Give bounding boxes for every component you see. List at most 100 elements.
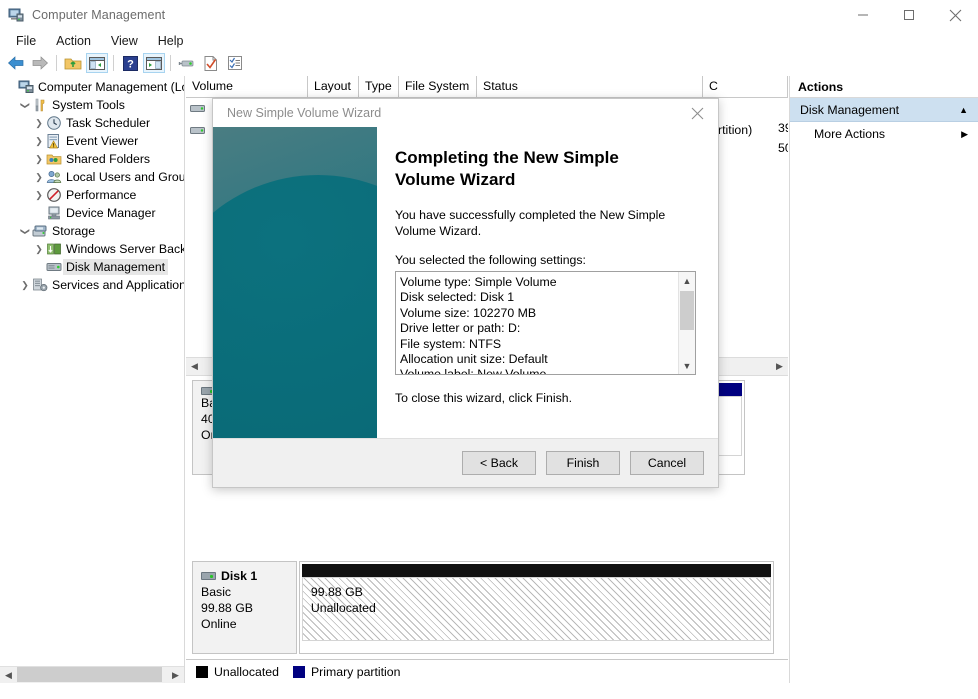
unallocated-label: Unallocated (311, 600, 762, 616)
new-simple-volume-wizard-dialog: New Simple Volume Wizard Completing the … (212, 98, 719, 488)
chevron-down-icon[interactable]: ❯ (20, 224, 31, 238)
maximize-button[interactable] (886, 0, 932, 30)
disk-1-type: Basic (201, 584, 288, 600)
scroll-right-arrow[interactable]: ▶ (771, 358, 788, 375)
tree-item-storage[interactable]: ❯Storage (0, 222, 184, 240)
column-header-type[interactable]: Type (359, 76, 399, 97)
chevron-right-icon[interactable]: ❯ (32, 118, 46, 129)
disk-1-size: 99.88 GB (201, 600, 288, 616)
users-icon (46, 169, 62, 185)
volume-icon (190, 103, 206, 113)
disk-1-block[interactable]: Disk 1 Basic 99.88 GB Online 99.88 GB Un… (192, 561, 774, 654)
settings-listbox[interactable]: Volume type: Simple VolumeDisk selected:… (395, 271, 696, 375)
back-button[interactable]: < Back (462, 451, 536, 475)
action-more-actions[interactable]: More Actions ▶ (790, 122, 978, 146)
dialog-body: Completing the New Simple Volume Wizard … (213, 127, 718, 438)
tree-item-label: Performance (66, 188, 136, 202)
column-header-c[interactable]: C (703, 76, 788, 97)
show-hide-console-tree-icon[interactable] (86, 53, 108, 73)
minimize-button[interactable] (840, 0, 886, 30)
capacity-fragment-1: 39 (778, 118, 788, 138)
volume-list-header: VolumeLayoutTypeFile SystemStatusC (186, 76, 788, 98)
tree-item-shared-folders[interactable]: ❯Shared Folders (0, 150, 184, 168)
storage-icon (32, 223, 48, 239)
properties-icon[interactable] (200, 53, 222, 73)
back-icon[interactable] (5, 53, 27, 73)
toolbar-separator-3 (170, 55, 171, 71)
tree-item-local-users-and-groups[interactable]: ❯Local Users and Groups (0, 168, 184, 186)
setting-line: File system: NTFS (400, 337, 678, 352)
column-header-volume[interactable]: Volume (186, 76, 308, 97)
tree-item-computer-management-local[interactable]: Computer Management (Local (0, 78, 184, 96)
unallocated-partition[interactable]: 99.88 GB Unallocated (302, 577, 771, 641)
chevron-down-icon[interactable]: ❯ (20, 98, 31, 112)
tree-item-disk-management[interactable]: Disk Management (0, 258, 184, 276)
legend-swatch-primary (293, 666, 305, 678)
legend-label-unallocated: Unallocated (214, 665, 279, 679)
scroll-left-arrow[interactable]: ◀ (0, 667, 17, 684)
menu-help[interactable]: Help (148, 32, 194, 50)
scroll-thumb[interactable] (680, 291, 694, 330)
legend-label-primary: Primary partition (311, 665, 401, 679)
setting-line: Volume type: Simple Volume (400, 275, 678, 290)
tree-item-event-viewer[interactable]: ❯Event Viewer (0, 132, 184, 150)
chevron-right-icon[interactable]: ❯ (18, 280, 32, 291)
menu-file[interactable]: File (6, 32, 46, 50)
chevron-right-icon[interactable]: ❯ (32, 172, 46, 183)
settings-label: You selected the following settings: (395, 253, 696, 267)
chevron-right-icon[interactable]: ❯ (32, 154, 46, 165)
system-tools-icon (32, 97, 48, 113)
tree-item-system-tools[interactable]: ❯System Tools (0, 96, 184, 114)
close-button[interactable] (932, 0, 978, 30)
tree-horizontal-scrollbar[interactable]: ◀ ▶ (0, 666, 184, 683)
column-header-file-system[interactable]: File System (399, 76, 477, 97)
services-icon (32, 277, 48, 293)
tree-item-services-and-applications[interactable]: ❯Services and Applications (0, 276, 184, 294)
dialog-close-button[interactable] (676, 99, 718, 127)
actions-header-disk-management[interactable]: Disk Management ▲ (790, 98, 978, 122)
settings-items: Volume type: Simple VolumeDisk selected:… (396, 272, 678, 374)
scroll-track[interactable] (679, 289, 695, 357)
scroll-thumb[interactable] (17, 667, 162, 682)
shared-folders-icon (46, 151, 62, 167)
column-header-layout[interactable]: Layout (308, 76, 359, 97)
chevron-up-icon[interactable]: ▲ (959, 105, 968, 115)
chevron-right-icon[interactable]: ▶ (961, 129, 968, 140)
refresh-icon[interactable] (176, 53, 198, 73)
menu-action[interactable]: Action (46, 32, 101, 50)
export-list-icon[interactable] (224, 53, 246, 73)
cancel-button[interactable]: Cancel (630, 451, 704, 475)
scroll-up-arrow[interactable]: ▲ (679, 272, 695, 289)
legend-item-primary: Primary partition (293, 665, 401, 679)
up-folder-icon[interactable] (62, 53, 84, 73)
scroll-down-arrow[interactable]: ▼ (679, 357, 695, 374)
tree-item-label: Disk Management (63, 259, 168, 275)
help-icon[interactable]: ? (119, 53, 141, 73)
chevron-right-icon[interactable]: ❯ (32, 136, 46, 147)
chevron-right-icon[interactable]: ❯ (32, 190, 46, 201)
tree-item-task-scheduler[interactable]: ❯Task Scheduler (0, 114, 184, 132)
computer-management-window: Computer Management File Action View Hel… (0, 0, 978, 699)
clock-icon (46, 115, 62, 131)
tree-item-performance[interactable]: ❯ Performance (0, 186, 184, 204)
tree-item-label: Device Manager (66, 206, 156, 220)
scroll-left-arrow[interactable]: ◀ (186, 358, 203, 375)
disk-1-title: Disk 1 (201, 568, 288, 584)
chevron-right-icon[interactable]: ❯ (32, 244, 46, 255)
legend: Unallocated Primary partition (186, 659, 788, 683)
scroll-track[interactable] (17, 667, 167, 684)
computer-icon (18, 79, 34, 95)
tree-item-device-manager[interactable]: Device Manager (0, 204, 184, 222)
actions-pane-title: Actions (790, 76, 978, 98)
disk-icon (201, 572, 216, 580)
disk-1-info: Disk 1 Basic 99.88 GB Online (192, 561, 297, 654)
settings-scrollbar[interactable]: ▲ ▼ (678, 272, 695, 374)
scroll-right-arrow[interactable]: ▶ (167, 667, 184, 684)
forward-icon[interactable] (29, 53, 51, 73)
show-hide-action-pane-icon[interactable] (143, 53, 165, 73)
finish-button[interactable]: Finish (546, 451, 620, 475)
legend-swatch-unallocated (196, 666, 208, 678)
tree-item-windows-server-backup[interactable]: ❯Windows Server Backup (0, 240, 184, 258)
column-header-status[interactable]: Status (477, 76, 703, 97)
menu-view[interactable]: View (101, 32, 148, 50)
